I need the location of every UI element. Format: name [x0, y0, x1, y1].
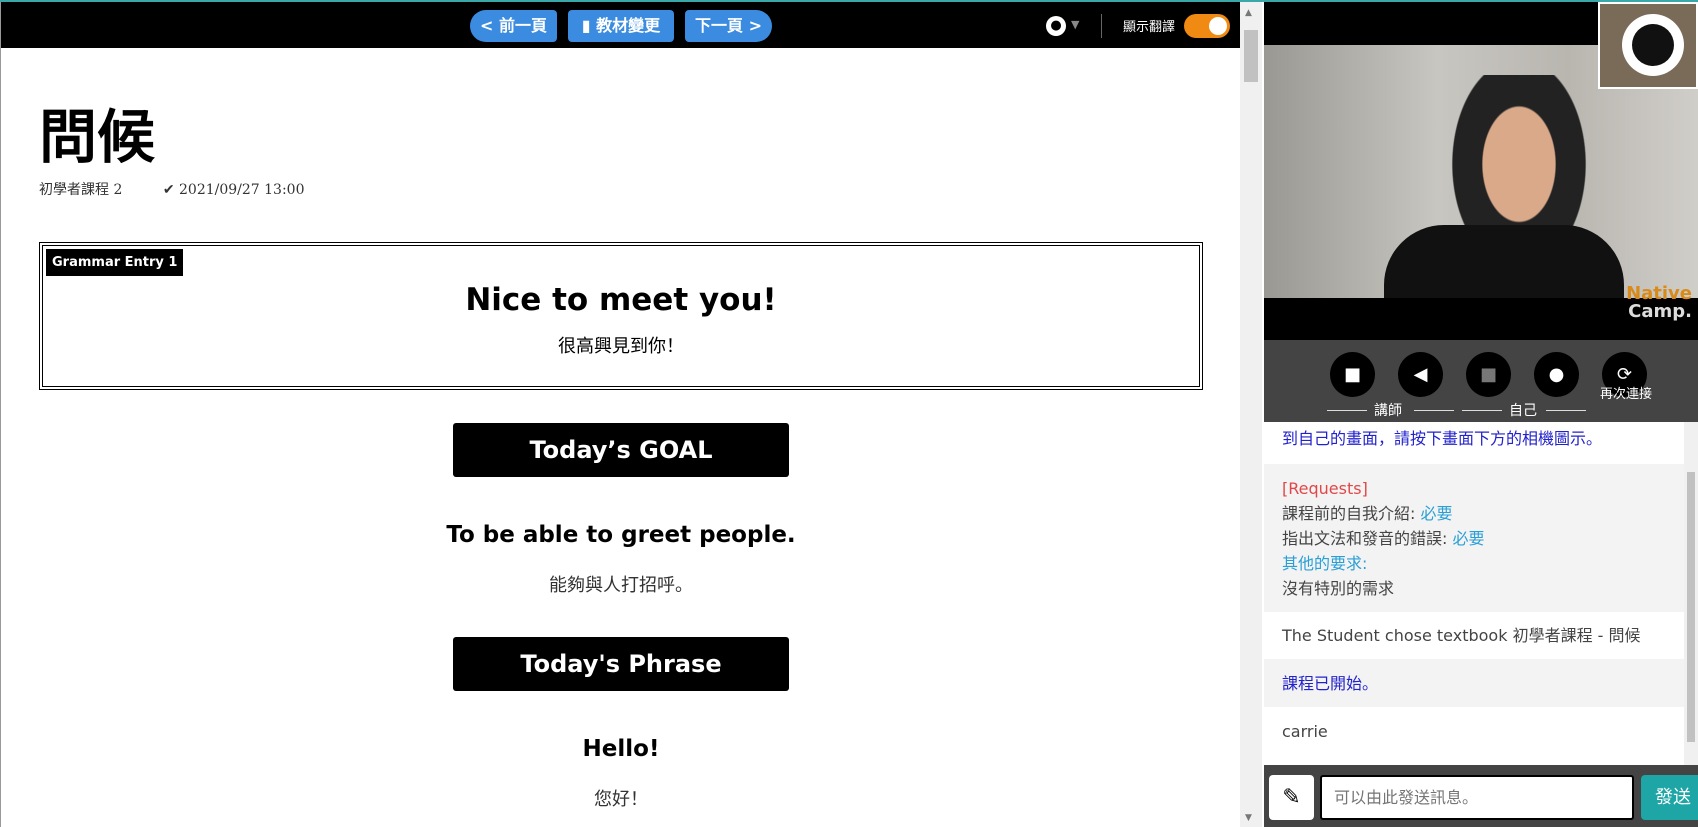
tutor-video: Native Camp. [1264, 2, 1698, 340]
grammar-chinese: 很高興見到你！ [558, 336, 684, 357]
classroom-panel: Native Camp. ■ ◀ ■ ● ⟳ 講師 自己 再次連接 到自己的畫面，… [1264, 2, 1698, 827]
textbook-panel: < 前一頁 ▮ 教材變更 下一頁 > ● ▼ 顯示翻譯 問候 初學者課程 2 ✔… [0, 2, 1240, 827]
chat-message: carrie [1282, 722, 1328, 741]
textbook-scrollbar[interactable]: ▲ ▼ [1240, 2, 1262, 827]
self-camera-off-icon[interactable]: ■ [1466, 352, 1511, 397]
lesson-meta: 初學者課程 2 ✔ 2021/09/27 13:00 [39, 179, 305, 199]
chat-scrollbar-thumb[interactable] [1687, 472, 1695, 742]
self-video-thumbnail [1598, 2, 1698, 89]
next-page-button[interactable]: 下一頁 > [685, 10, 772, 42]
page-title: 問候 [39, 103, 156, 171]
requests-title: [Requests] [1282, 479, 1368, 498]
goal-header: Today’s GOAL [453, 423, 789, 477]
grammar-entry-label: Grammar Entry 1 [46, 249, 184, 276]
phrase-english: Hello! [582, 736, 660, 762]
chat-message: 課程已開始。 [1264, 659, 1684, 707]
chat-message-input[interactable] [1320, 775, 1634, 820]
prev-page-button[interactable]: < 前一頁 [470, 10, 557, 42]
chevron-down-icon[interactable]: ▼ [1071, 18, 1079, 31]
course-name: 初學者課程 2 [39, 182, 123, 198]
tutor-camera-icon[interactable]: ■ [1330, 352, 1375, 397]
tutor-speaker-icon[interactable]: ◀ [1398, 352, 1443, 397]
phrase-header: Today's Phrase [453, 637, 789, 691]
reconnect-label: 再次連接 [1600, 387, 1653, 402]
book-icon: ▮ [581, 16, 597, 35]
divider [1101, 14, 1102, 38]
coffee-cup-image [1622, 14, 1684, 76]
change-textbook-label: 教材變更 [596, 16, 661, 35]
change-textbook-button[interactable]: ▮ 教材變更 [568, 10, 674, 42]
goal-english: To be able to greet people. [446, 522, 796, 548]
chat-message: 到自己的畫面，請按下畫面下方的相機圖示。 [1282, 429, 1603, 448]
native-camp-logo: Native Camp. [1626, 283, 1692, 322]
call-controls: ■ ◀ ■ ● ⟳ 講師 自己 再次連接 [1264, 340, 1698, 422]
self-label: 自己 [1509, 403, 1537, 419]
chat-log: 到自己的畫面，請按下畫面下方的相機圖示。 [Requests] 課程前的自我介紹… [1264, 422, 1698, 765]
check-circle-icon: ✔ [162, 182, 175, 198]
tutor-label: 講師 [1374, 403, 1402, 419]
microphone-icon[interactable]: ● [1534, 352, 1579, 397]
send-button[interactable]: 發送 [1641, 775, 1698, 820]
translation-label: 顯示翻譯 [1123, 20, 1176, 35]
translation-toggle[interactable] [1184, 14, 1230, 38]
tutor-body [1384, 225, 1624, 298]
scrollbar-thumb[interactable] [1244, 30, 1258, 82]
goal-chinese: 能夠與人打招呼。 [549, 575, 693, 596]
grammar-english: Nice to meet you! [465, 282, 777, 318]
grammar-entry-box: Grammar Entry 1 Nice to meet you! 很高興見到你… [39, 242, 1203, 390]
textbook-toolbar: < 前一頁 ▮ 教材變更 下一頁 > ● ▼ 顯示翻譯 [1, 2, 1240, 48]
chat-message: The Student chose textbook 初學者課程 - 問候 [1282, 626, 1641, 645]
chat-input-bar: ✎ 發送 [1264, 765, 1698, 827]
chat-scrollbar[interactable] [1684, 422, 1698, 765]
attach-file-icon[interactable]: ✎ [1269, 775, 1314, 820]
chat-message-requests: [Requests] 課程前的自我介紹: 必要 指出文法和發音的錯誤: 必要 其… [1264, 464, 1684, 612]
lesson-date: 2021/09/27 13:00 [179, 182, 305, 198]
phrase-chinese: 您好！ [594, 789, 648, 810]
globe-icon[interactable]: ● [1046, 16, 1066, 36]
